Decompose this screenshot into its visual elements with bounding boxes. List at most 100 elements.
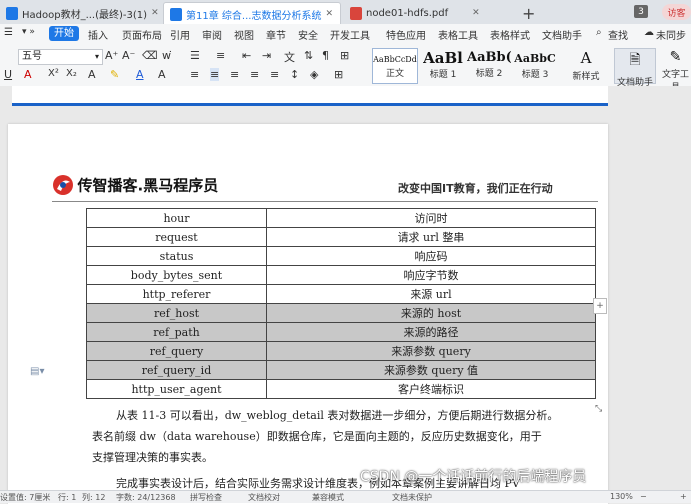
menu-references[interactable]: 引用 — [170, 27, 190, 42]
bullets-icon[interactable]: ☰ — [190, 49, 200, 62]
show-marks-icon[interactable]: ¶ — [322, 49, 329, 62]
phonetic-icon[interactable]: w͘ — [162, 49, 171, 62]
field-name-cell[interactable]: hour — [86, 208, 267, 228]
add-column-icon[interactable]: + — [593, 298, 607, 314]
field-name-cell[interactable]: http_referer — [86, 284, 267, 304]
table-row[interactable]: ref_query_id 来源参数 query 值 — [86, 360, 596, 380]
menu-view[interactable]: 视图 — [234, 27, 254, 42]
table-row[interactable]: status 响应码 — [86, 246, 596, 266]
superscript-icon[interactable]: X² — [48, 68, 59, 79]
font-color-icon[interactable]: A — [136, 68, 144, 81]
field-name-cell[interactable]: ref_query_id — [86, 360, 267, 380]
style-heading-3[interactable]: AaBbC 标题 3 — [512, 48, 558, 84]
document-canvas[interactable]: 传智播客.黑马程序员 改变中国IT教育，我们正在行动 hour 访问时 reques… — [0, 86, 691, 504]
cloud-sync-icon[interactable]: ☁ — [644, 27, 654, 38]
borders-icon[interactable]: ⊞ — [334, 68, 343, 81]
table-row[interactable]: request 请求 url 整串 — [86, 227, 596, 247]
menu-doc-assistant[interactable]: 文档助手 — [542, 27, 582, 42]
align-center-icon[interactable]: ≡ — [210, 68, 220, 81]
menu-table-style[interactable]: 表格样式 — [490, 27, 530, 42]
menu-icon[interactable]: ☰ — [4, 27, 13, 38]
zoom-out-icon[interactable]: − — [640, 492, 647, 501]
grid-icon[interactable]: ⊞ — [340, 49, 349, 62]
chinese-layout-icon[interactable]: 文 — [284, 49, 295, 65]
table-row[interactable]: http_user_agent 客户终端标识 — [86, 379, 596, 399]
tab-count-badge[interactable]: 3 — [634, 5, 648, 18]
tab-close-icon[interactable]: ✕ — [325, 9, 333, 19]
shrink-font-icon[interactable]: A⁻ — [122, 49, 135, 62]
style-normal[interactable]: AaBbCcDd 正文 — [372, 48, 418, 84]
document-page[interactable]: 传智播客.黑马程序员 改变中国IT教育，我们正在行动 hour 访问时 reques… — [8, 124, 608, 504]
field-desc-cell[interactable]: 来源的路径 — [266, 322, 596, 342]
table-row[interactable]: body_bytes_sent 响应字节数 — [86, 265, 596, 285]
distribute-icon[interactable]: ≡ — [270, 68, 279, 81]
status-proof[interactable]: 文档校对 — [248, 492, 280, 503]
status-wordcount[interactable]: 字数: 24/12368 — [116, 492, 176, 503]
menu-dev-tools[interactable]: 开发工具 — [330, 27, 370, 42]
font-size-select[interactable]: 五号 ▾ — [18, 49, 103, 65]
field-name-cell[interactable]: http_user_agent — [86, 379, 267, 399]
new-tab-plus-icon[interactable]: + — [522, 2, 540, 24]
menu-special-apps[interactable]: 特色应用 — [386, 27, 426, 42]
tab-close-icon[interactable]: ✕ — [472, 8, 480, 18]
tab-close-icon[interactable]: ✕ — [151, 8, 158, 18]
field-name-cell[interactable]: status — [86, 246, 267, 266]
table-row[interactable]: ref_query 来源参数 query — [86, 341, 596, 361]
field-desc-cell[interactable]: 来源 url — [266, 284, 596, 304]
line-spacing-icon[interactable]: ↕ — [290, 68, 299, 81]
text-tools-button[interactable]: ✎ 文字工具 — [658, 48, 691, 93]
style-heading-1[interactable]: AaBl 标题 1 — [420, 48, 466, 84]
field-table[interactable]: hour 访问时 request 请求 url 整串 status 响应码 body_byt… — [86, 208, 596, 399]
paragraph-handle-icon[interactable]: ▤▾ — [30, 366, 44, 377]
justify-icon[interactable]: ≡ — [250, 68, 259, 81]
grow-font-icon[interactable]: A⁺ — [105, 49, 118, 62]
field-desc-cell[interactable]: 来源参数 query 值 — [266, 360, 596, 380]
table-row[interactable]: http_referer 来源 url — [86, 284, 596, 304]
outdent-icon[interactable]: ⇤ — [242, 49, 251, 62]
menu-security[interactable]: 安全 — [298, 27, 318, 42]
field-desc-cell[interactable]: 响应码 — [266, 246, 596, 266]
style-heading-2[interactable]: AaBb( 标题 2 — [466, 48, 512, 84]
field-name-cell[interactable]: ref_path — [86, 322, 267, 342]
shading-icon[interactable]: ◈ — [310, 68, 318, 81]
field-desc-cell[interactable]: 来源的 host — [266, 303, 596, 323]
menu-insert[interactable]: 插入 — [88, 27, 108, 42]
field-name-cell[interactable]: ref_query — [86, 341, 267, 361]
field-desc-cell[interactable]: 来源参数 query — [266, 341, 596, 361]
menu-table-tools[interactable]: 表格工具 — [438, 27, 478, 42]
table-row[interactable]: ref_host 来源的 host — [86, 303, 596, 323]
numbering-icon[interactable]: ≡ — [216, 49, 225, 62]
menu-chapter[interactable]: 章节 — [266, 27, 286, 42]
status-zoom[interactable]: 130% — [610, 492, 633, 501]
field-name-cell[interactable]: request — [86, 227, 267, 247]
field-name-cell[interactable]: body_bytes_sent — [86, 265, 267, 285]
tab-chapter11[interactable]: 第11章 综合...志数据分析系统 ✕ — [163, 2, 341, 25]
sync-status[interactable]: 未同步 — [656, 27, 686, 42]
align-left-icon[interactable]: ≡ — [190, 68, 199, 81]
clear-format-icon[interactable]: ⌫ — [142, 49, 158, 62]
field-desc-cell[interactable]: 访问时 — [266, 208, 596, 228]
menu-start[interactable]: 开始 — [49, 26, 79, 41]
status-spellcheck[interactable]: 拼写检查 — [190, 492, 222, 503]
subscript-icon[interactable]: X₂ — [66, 68, 77, 79]
visitor-button[interactable]: 访客 — [662, 4, 691, 20]
tab-hadoop-doc[interactable]: Hadoop教材_...(最终)-3(1) ✕ — [0, 2, 158, 24]
search-icon[interactable]: ⌕ — [596, 27, 602, 38]
field-desc-cell[interactable]: 客户终端标识 — [266, 379, 596, 399]
underline-icon[interactable]: U — [4, 68, 12, 81]
field-name-cell[interactable]: ref_host — [86, 303, 267, 323]
new-style-button[interactable]: A 新样式 — [566, 48, 606, 84]
font-color-a-icon[interactable]: A — [24, 68, 32, 81]
quick-access-icon[interactable]: ▾ » — [22, 27, 35, 37]
tab-node01-pdf[interactable]: node01-hdfs.pdf ✕ — [344, 2, 514, 24]
status-protect[interactable]: 文档未保护 — [392, 492, 432, 503]
field-desc-cell[interactable]: 请求 url 整串 — [266, 227, 596, 247]
zoom-in-icon[interactable]: + — [680, 492, 687, 501]
indent-icon[interactable]: ⇥ — [262, 49, 271, 62]
align-right-icon[interactable]: ≡ — [230, 68, 239, 81]
table-row[interactable]: ref_path 来源的路径 — [86, 322, 596, 342]
menu-search[interactable]: 查找 — [608, 27, 628, 42]
resize-table-icon[interactable]: ⤡ — [595, 404, 602, 414]
char-border-icon[interactable]: A — [158, 68, 166, 81]
table-row[interactable]: hour 访问时 — [86, 208, 596, 228]
